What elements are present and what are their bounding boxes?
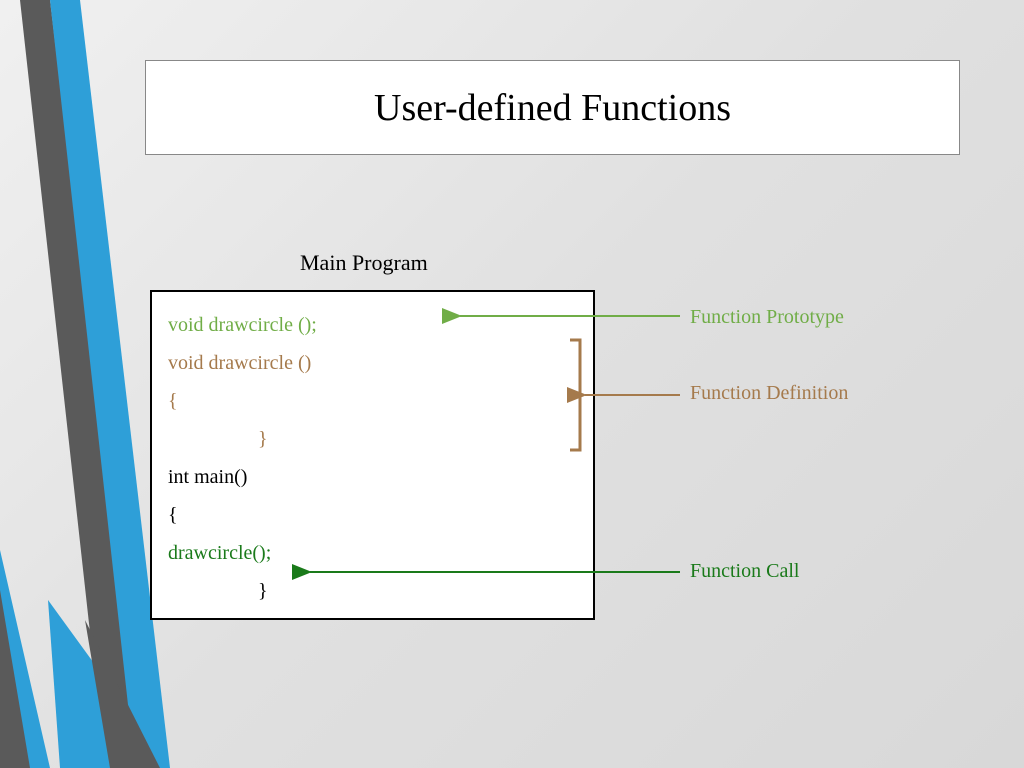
code-def-close: } xyxy=(168,420,577,458)
code-main-sig: int main() xyxy=(168,458,577,496)
code-def-sig: void drawcircle () xyxy=(168,344,577,382)
title-box: User-defined Functions xyxy=(145,60,960,155)
code-box: void drawcircle (); void drawcircle () {… xyxy=(150,290,595,620)
code-main-open: { xyxy=(168,496,577,534)
code-main-close: } xyxy=(168,572,577,610)
label-function-definition: Function Definition xyxy=(690,382,848,405)
label-function-prototype: Function Prototype xyxy=(690,306,844,329)
code-prototype: void drawcircle (); xyxy=(168,306,577,344)
main-program-label: Main Program xyxy=(300,250,428,276)
code-def-open: { xyxy=(168,382,577,420)
label-function-call: Function Call xyxy=(690,560,799,583)
slide-title: User-defined Functions xyxy=(374,86,731,130)
code-call: drawcircle(); xyxy=(168,534,577,572)
